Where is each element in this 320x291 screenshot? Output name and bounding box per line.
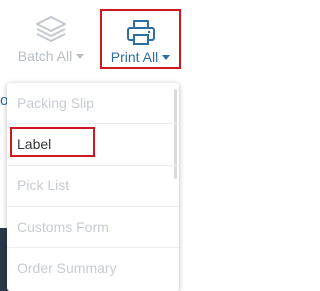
print-all-dropdown-menu: Packing Slip Label Pick List Customs For… xyxy=(7,83,179,291)
menu-divider xyxy=(7,247,179,248)
layers-icon xyxy=(36,16,66,42)
menu-divider xyxy=(7,165,179,166)
print-all-label: Print All xyxy=(110,49,159,65)
menu-item-pick-list[interactable]: Pick List xyxy=(17,177,69,193)
chevron-down-icon xyxy=(162,54,171,60)
stage: o Batch All Print All Packing Slip Label… xyxy=(0,0,200,291)
menu-item-packing-slip[interactable]: Packing Slip xyxy=(17,95,94,111)
printer-icon xyxy=(126,20,155,45)
batch-all-button[interactable]: Batch All xyxy=(6,14,96,70)
menu-item-order-summary[interactable]: Order Summary xyxy=(17,260,117,276)
batch-all-label: Batch All xyxy=(17,48,73,64)
menu-item-customs-form[interactable]: Customs Form xyxy=(17,219,109,235)
chevron-down-icon xyxy=(76,53,85,59)
menu-divider xyxy=(7,123,179,124)
label-highlight-box xyxy=(10,127,95,157)
print-all-button[interactable]: Print All xyxy=(100,9,181,69)
menu-divider xyxy=(7,206,179,207)
